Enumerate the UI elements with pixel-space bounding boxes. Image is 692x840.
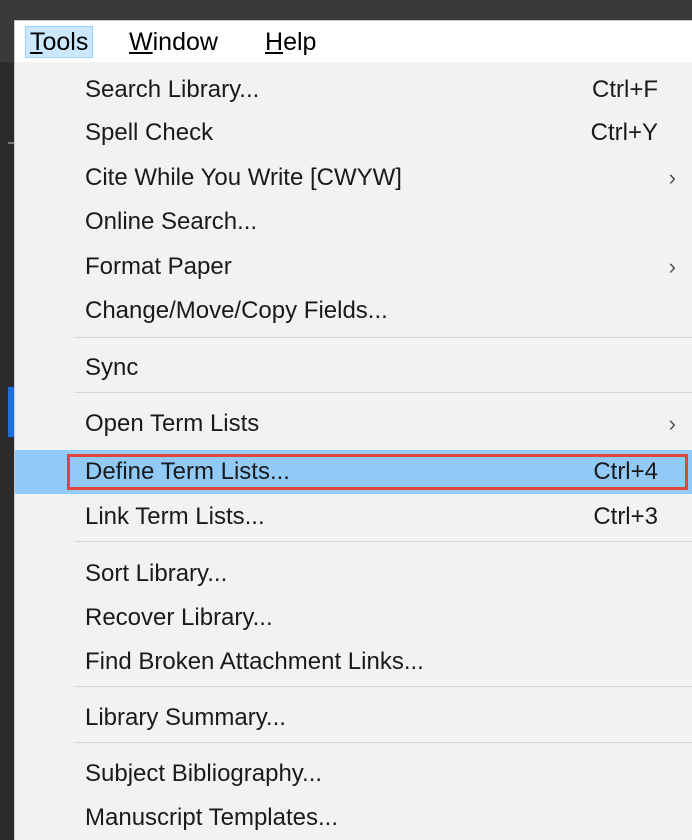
menu-item-label: Search Library... <box>85 76 260 103</box>
menu-item-label: Recover Library... <box>85 604 273 631</box>
menu-item-shortcut: Ctrl+Y <box>590 119 658 146</box>
menu-item-link-term-lists[interactable]: Link Term Lists... Ctrl+3 <box>15 499 692 535</box>
menu-separator <box>75 686 692 687</box>
menu-help[interactable]: Help <box>261 26 320 58</box>
menu-help-label-rest: elp <box>283 28 317 56</box>
menu-item-subject-bibliography[interactable]: Subject Bibliography... <box>15 756 692 792</box>
chevron-right-icon: › <box>668 254 676 279</box>
menu-window[interactable]: Window <box>125 26 222 58</box>
menu-item-recover-library[interactable]: Recover Library... <box>15 600 692 636</box>
menu-item-open-term-lists[interactable]: Open Term Lists › <box>15 406 692 442</box>
menu-item-sort-library[interactable]: Sort Library... <box>15 556 692 592</box>
menu-item-format-paper[interactable]: Format Paper › <box>15 249 692 285</box>
menu-item-label: Cite While You Write [CWYW] <box>85 164 402 191</box>
menu-item-sync[interactable]: Sync <box>15 350 692 386</box>
menu-item-label: Link Term Lists... <box>85 503 265 530</box>
menu-item-find-broken-attachment-links[interactable]: Find Broken Attachment Links... <box>15 644 692 680</box>
menu-item-cite-while-you-write[interactable]: Cite While You Write [CWYW] › <box>15 160 692 196</box>
menu-item-shortcut: Ctrl+4 <box>593 458 658 485</box>
menu-item-label: Sync <box>85 354 139 381</box>
menu-item-online-search[interactable]: Online Search... <box>15 204 692 240</box>
menu-tools[interactable]: Tools <box>25 26 94 58</box>
menu-item-spell-check[interactable]: Spell Check Ctrl+Y <box>15 115 692 151</box>
menu-tools-label-rest: ools <box>42 28 89 56</box>
menu-item-label: Subject Bibliography... <box>85 760 323 787</box>
menu-separator <box>75 742 692 743</box>
tools-dropdown-menu: Search Library... Ctrl+F Spell Check Ctr… <box>14 62 692 840</box>
menu-item-label: Change/Move/Copy Fields... <box>85 297 388 324</box>
menu-item-label: Manuscript Templates... <box>85 804 338 831</box>
menu-item-shortcut: Ctrl+3 <box>593 503 658 530</box>
menu-item-label: Sort Library... <box>85 560 228 587</box>
menu-item-change-move-copy-fields[interactable]: Change/Move/Copy Fields... <box>15 293 692 329</box>
menu-bar: Tools Window Help <box>14 20 692 62</box>
menu-item-label: Spell Check <box>85 119 214 146</box>
menu-item-shortcut: Ctrl+F <box>592 76 658 103</box>
menu-item-label: Find Broken Attachment Links... <box>85 648 424 675</box>
menu-item-library-summary[interactable]: Library Summary... <box>15 700 692 736</box>
menu-window-label-rest: indow <box>152 28 218 56</box>
menu-item-label: Open Term Lists <box>85 410 260 437</box>
menu-item-label: Online Search... <box>85 208 258 235</box>
menu-window-accelerator: W <box>129 28 153 56</box>
menu-item-label: Format Paper <box>85 253 232 280</box>
menu-item-define-term-lists[interactable]: Define Term Lists... Ctrl+4 <box>15 450 692 494</box>
menu-separator <box>75 392 692 393</box>
menu-item-label: Library Summary... <box>85 704 286 731</box>
menu-separator <box>75 337 692 338</box>
background-window-edge <box>0 62 14 840</box>
chevron-right-icon: › <box>668 165 676 190</box>
menu-separator <box>75 541 692 542</box>
menu-item-manuscript-templates[interactable]: Manuscript Templates... <box>15 800 692 836</box>
menu-item-label: Define Term Lists... <box>85 458 290 485</box>
menu-help-accelerator: H <box>265 28 284 56</box>
chevron-right-icon: › <box>668 411 676 436</box>
menu-tools-accelerator: T <box>30 28 43 56</box>
menu-item-search-library[interactable]: Search Library... Ctrl+F <box>15 72 692 108</box>
